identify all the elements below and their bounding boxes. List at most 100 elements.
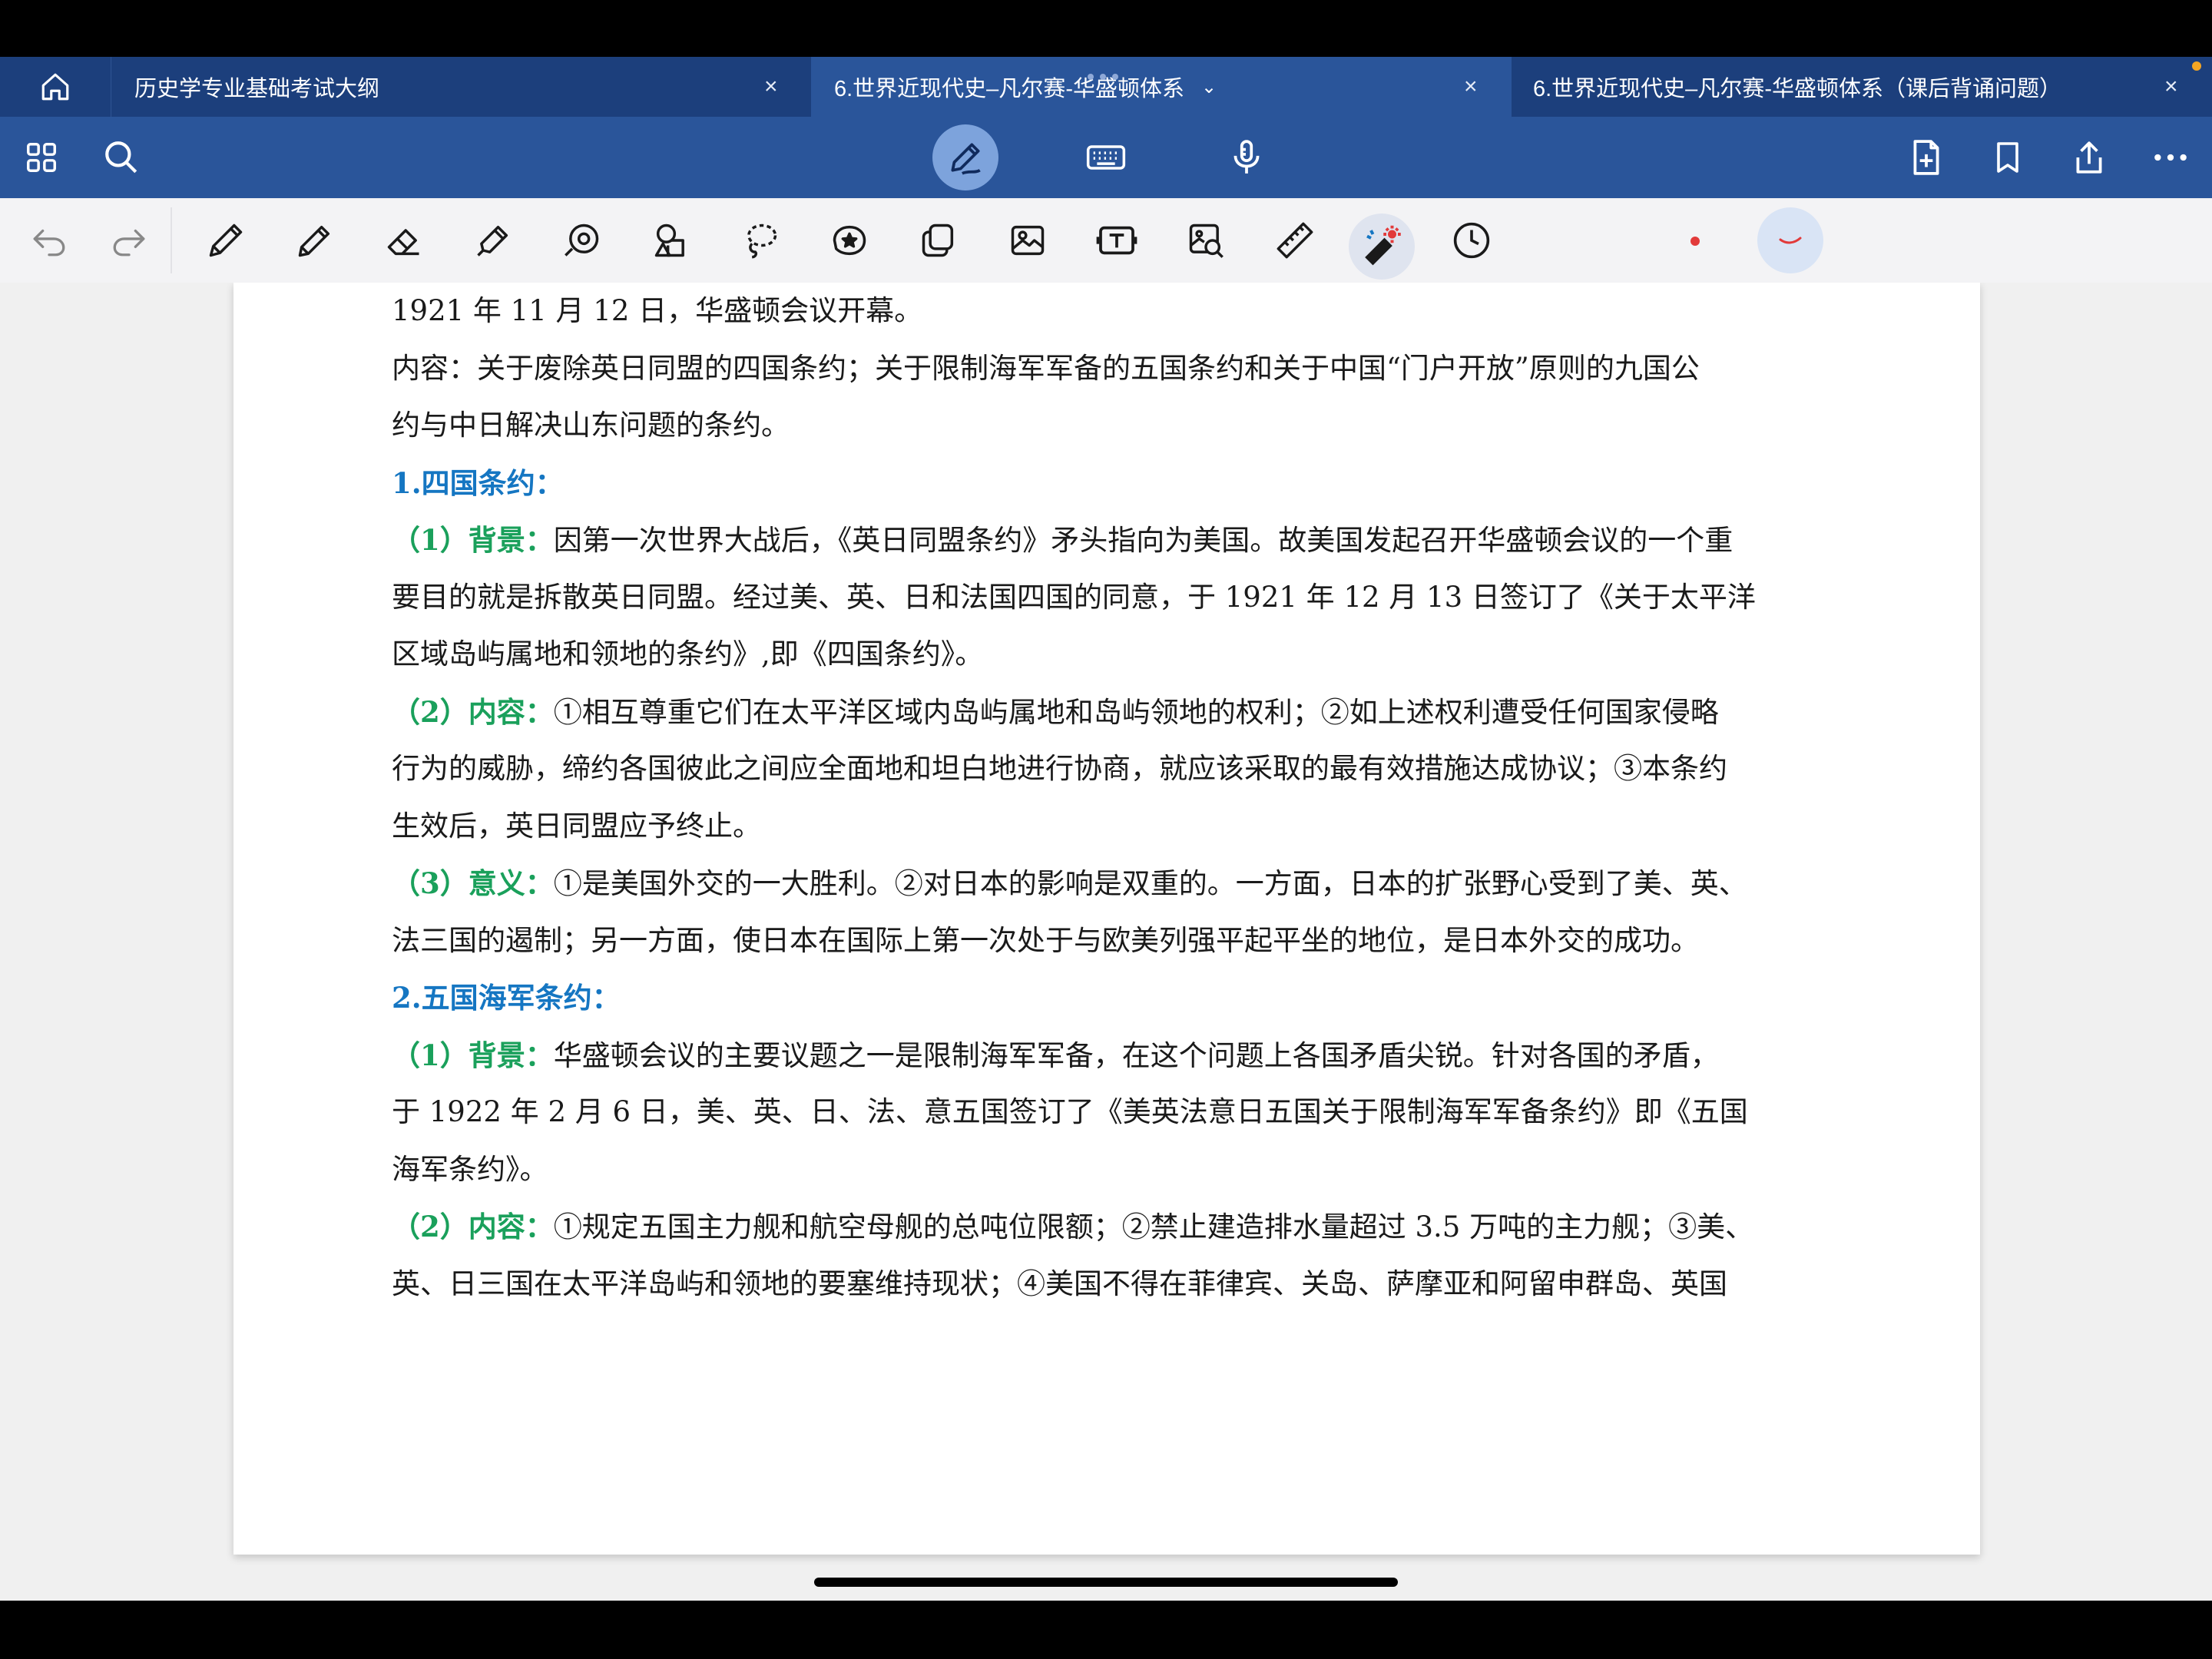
close-icon[interactable]: × — [2164, 74, 2178, 100]
home-button[interactable] — [0, 57, 111, 117]
eraser-icon — [387, 229, 419, 256]
section-heading: 2.五国海军条约： — [392, 981, 621, 1015]
image-search-tool[interactable] — [1183, 217, 1229, 263]
lasso-icon — [747, 224, 777, 259]
bookmark-button[interactable] — [1985, 134, 2031, 180]
bottom-bar — [0, 1601, 2212, 1659]
grid-view-button[interactable] — [18, 134, 65, 180]
paragraph-line: （1）背景：华盛顿会议的主要议题之一是限制海军军备，在这个问题上各国矛盾尖锐。针… — [392, 1027, 1822, 1084]
pen-tool[interactable] — [203, 217, 249, 263]
home-icon — [41, 73, 69, 101]
divider — [171, 207, 172, 273]
stroke-style-button[interactable] — [1757, 207, 1823, 273]
sub-heading: （2）内容： — [392, 1210, 554, 1243]
sub-heading: （1）背景： — [392, 1038, 554, 1072]
paragraph-line: （3）意义：①是美国外交的一大胜利。②对日本的影响是双重的。一方面，日本的扩张野… — [392, 855, 1822, 912]
tab-bar: 历史学专业基础考试大纲 × 6.世界近现代史–凡尔赛-华盛顿体系 ⌄ × 6.世… — [0, 57, 2212, 117]
share-icon — [2076, 141, 2102, 174]
paragraph-line: 要目的就是拆散英日同盟。经过美、英、日和法国四国的同意，于 1921 年 12 … — [392, 580, 1756, 614]
paragraph-line: 区域岛屿属地和领地的条约》,即《四国条约》。 — [392, 637, 984, 671]
shapes-icon — [654, 224, 684, 257]
paragraph-line: 1921 年 11 月 12 日，华盛顿会议开幕。 — [392, 294, 923, 327]
paragraph-line: （2）内容：①相互尊重它们在太平洋区域内岛屿属地和岛屿领地的权利；②如上述权利遭… — [392, 684, 1822, 741]
paragraph-text: ①规定五国主力舰和航空母舰的总吨位限额；②禁止建造排水量超过 3.5 万吨的主力… — [553, 1210, 1754, 1243]
stroke-preview-icon — [1779, 237, 1802, 244]
note-tool[interactable] — [916, 217, 962, 263]
close-icon[interactable]: × — [1464, 74, 1478, 100]
document-viewport[interactable]: 1921 年 11 月 12 日，华盛顿会议开幕。 内容：关于废除英日同盟的四国… — [0, 283, 2212, 1601]
redo-icon — [113, 229, 145, 257]
laser-pointer-tool[interactable] — [1359, 223, 1406, 269]
keyboard-icon — [1086, 145, 1126, 170]
paragraph-text: 华盛顿会议的主要议题之一是限制海军军备，在这个问题上各国矛盾尖锐。针对各国的矛盾… — [553, 1038, 1719, 1072]
shape-icon — [565, 224, 599, 257]
copy-note-icon — [922, 224, 954, 257]
pencil-icon — [298, 225, 330, 257]
add-page-icon — [1913, 140, 1939, 175]
undo-icon — [33, 229, 65, 257]
drawing-toolbar — [0, 198, 2212, 283]
paragraph-line: 内容：关于废除英日同盟的四国条约；关于限制海军军备的五国条约和关于中国“门户开放… — [392, 351, 1700, 385]
share-button[interactable] — [2066, 134, 2112, 180]
camera-indicator — [1088, 74, 1118, 80]
chevron-down-icon[interactable]: ⌄ — [1201, 76, 1217, 98]
redo-button[interactable] — [106, 217, 152, 263]
highlighter-tool[interactable] — [470, 217, 516, 263]
ruler-tool[interactable] — [1272, 217, 1318, 263]
paragraph-line: 于 1922 年 2 月 6 日，美、英、日、法、意五国签订了《美英法意日五国关… — [392, 1095, 1748, 1128]
lasso-tool[interactable] — [737, 217, 783, 263]
text-tool[interactable] — [1094, 217, 1140, 263]
sub-heading: （1）背景： — [392, 523, 554, 557]
microphone-icon — [1233, 140, 1260, 174]
pen-icon — [951, 143, 981, 175]
tab-versailles-washington[interactable]: 6.世界近现代史–凡尔赛-华盛顿体系 ⌄ × — [811, 57, 1512, 117]
section-heading: 1.四国条约： — [392, 465, 564, 500]
paragraph-text: 因第一次世界大战后，《英日同盟条约》矛头指向为美国。故美国发起召开华盛顿会议的一… — [553, 524, 1734, 557]
paragraph-text: ①相互尊重它们在太平洋区域内岛屿属地和岛屿领地的权利；②如上述权利遭受任何国家侵… — [553, 695, 1719, 729]
eraser-tool[interactable] — [381, 217, 427, 263]
shape-tool[interactable] — [559, 217, 605, 263]
add-page-button[interactable] — [1903, 134, 1949, 180]
pen-color-dot[interactable] — [1690, 237, 1700, 246]
paragraph-line: （1）背景：因第一次世界大战后，《英日同盟条约》矛头指向为美国。故美国发起召开华… — [392, 512, 1822, 569]
tab-review-questions[interactable]: 6.世界近现代史–凡尔赛-华盛顿体系（课后背诵问题） × — [1512, 57, 2212, 117]
ruler-icon — [1277, 222, 1313, 259]
clock-icon — [1453, 222, 1490, 259]
sticker-icon — [833, 225, 866, 256]
highlighter-icon — [477, 225, 508, 257]
sticker-tool[interactable] — [826, 217, 873, 263]
document-text: 1921 年 11 月 12 日，华盛顿会议开幕。 内容：关于废除英日同盟的四国… — [392, 283, 1822, 1313]
shapes-tool[interactable] — [648, 217, 694, 263]
paragraph-line: 行为的威胁，缔约各国彼此之间应全面地和坦白地进行协商，就应该采取的最有效措施达成… — [392, 752, 1727, 785]
laser-pointer-icon — [1365, 225, 1401, 266]
tab-title: 6.世界近现代史–凡尔赛-华盛顿体系（课后背诵问题） — [1533, 77, 2061, 101]
main-toolbar — [0, 117, 2212, 198]
text-box-icon — [1096, 226, 1137, 255]
tab-title: 6.世界近现代史–凡尔赛-华盛顿体系 — [834, 77, 1184, 101]
status-bar — [0, 0, 2212, 57]
tab-exam-outline[interactable]: 历史学专业基础考试大纲 × — [111, 57, 811, 117]
search-button[interactable] — [98, 134, 144, 180]
paragraph-line: 法三国的遏制；另一方面，使日本在国际上第一次处于与欧美列强平起平坐的地位，是日本… — [392, 923, 1699, 957]
close-icon[interactable]: × — [764, 74, 778, 100]
history-tool[interactable] — [1449, 217, 1495, 263]
pen-mode-button[interactable] — [942, 134, 988, 180]
image-tool[interactable] — [1005, 217, 1051, 263]
paragraph-text: ①是美国外交的一大胜利。②对日本的影响是双重的。一方面，日本的扩张野心受到了美、… — [553, 867, 1747, 900]
document-page: 1921 年 11 月 12 日，华盛顿会议开幕。 内容：关于废除英日同盟的四国… — [233, 283, 1980, 1555]
sub-heading: （3）意义： — [392, 866, 554, 900]
paragraph-line: 约与中日解决山东问题的条约。 — [392, 409, 790, 442]
more-button[interactable] — [2147, 134, 2194, 180]
keyboard-button[interactable] — [1083, 134, 1129, 180]
sub-heading: （2）内容： — [392, 694, 554, 729]
grid-icon — [27, 143, 56, 172]
home-indicator[interactable] — [814, 1578, 1398, 1587]
microphone-button[interactable] — [1224, 134, 1270, 180]
recording-indicator — [2192, 61, 2201, 71]
fountain-pen-icon — [209, 224, 243, 257]
more-icon — [2154, 154, 2187, 161]
image-icon — [1011, 225, 1045, 256]
pencil-tool[interactable] — [292, 217, 338, 263]
undo-button[interactable] — [26, 217, 72, 263]
paragraph-line: 英、日三国在太平洋岛屿和领地的要塞维持现状；④美国不得在菲律宾、关岛、萨摩亚和阿… — [392, 1267, 1727, 1300]
